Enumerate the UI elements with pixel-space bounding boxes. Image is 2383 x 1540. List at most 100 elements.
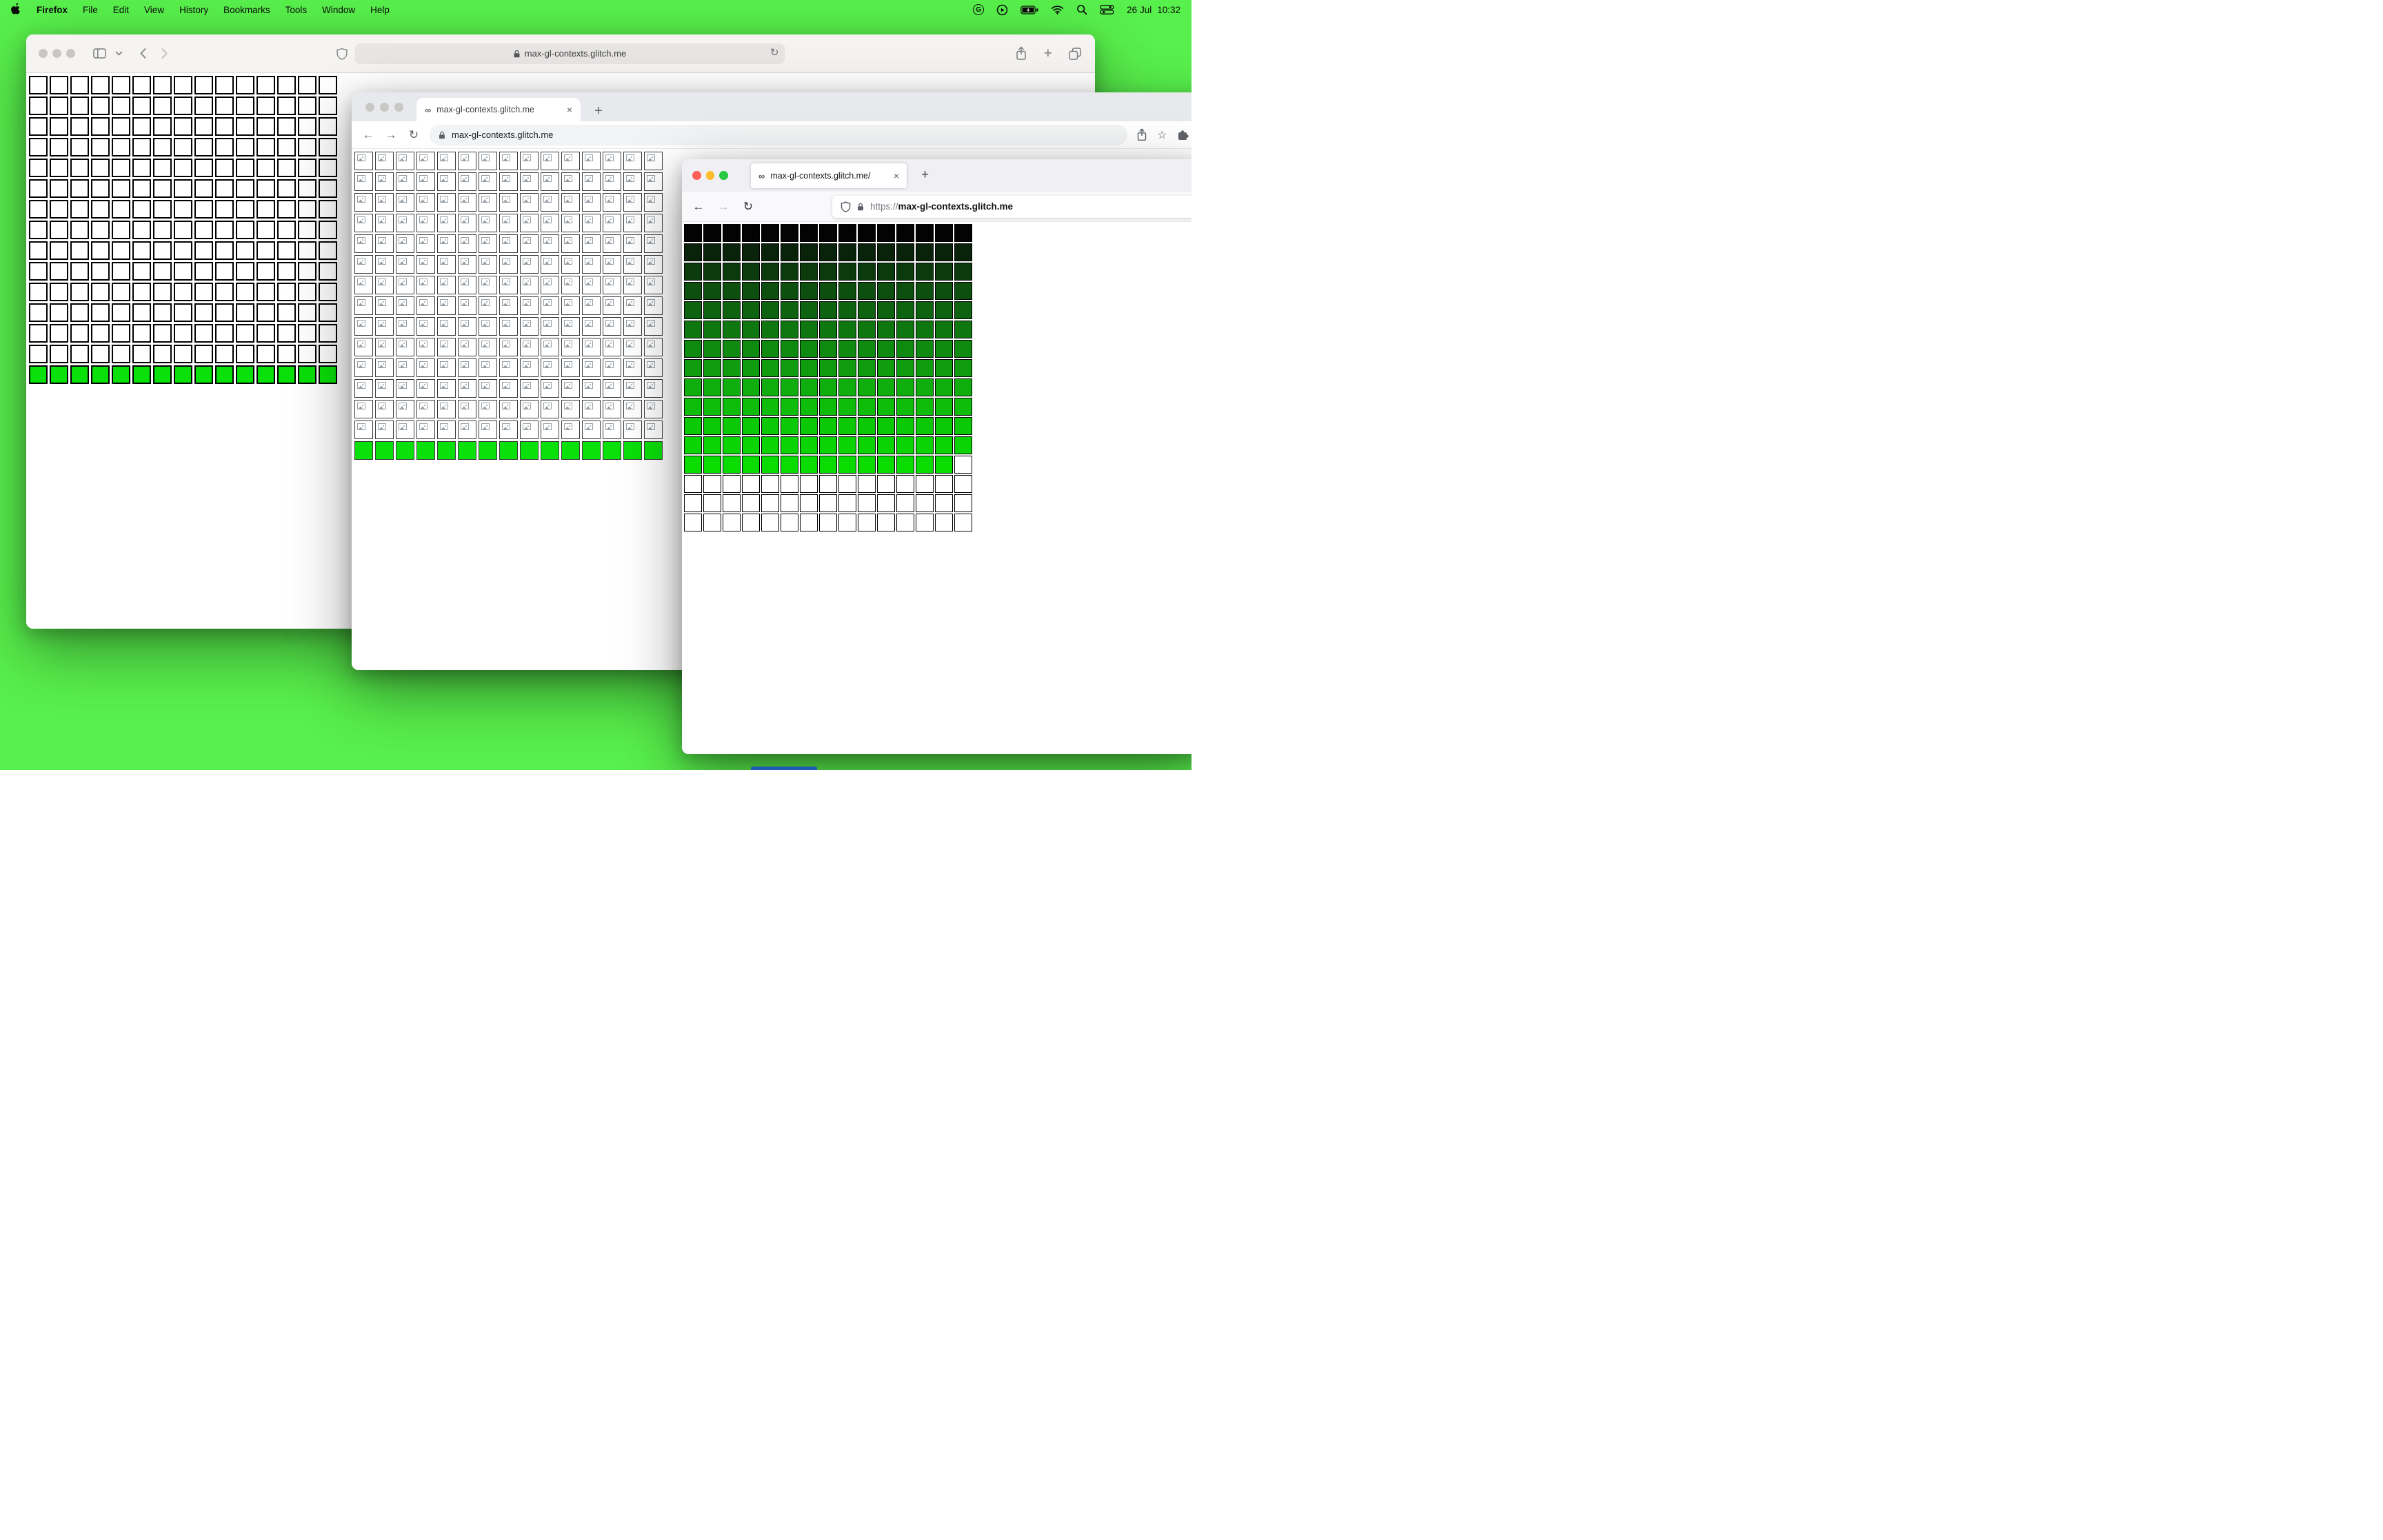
chevron-down-icon[interactable] — [115, 50, 123, 57]
menu-item-tools[interactable]: Tools — [285, 5, 308, 15]
menu-bar-clock[interactable]: 26 Jul 10:32 — [1127, 5, 1180, 15]
back-button-icon[interactable] — [139, 48, 147, 59]
menu-item-bookmarks[interactable]: Bookmarks — [223, 5, 270, 15]
back-button[interactable]: ← — [361, 128, 375, 142]
g-status-icon[interactable]: G — [973, 4, 985, 15]
canvas-cell — [703, 340, 721, 358]
tab-overview-icon[interactable] — [1069, 47, 1081, 60]
canvas-cell — [174, 117, 192, 136]
canvas-cell — [761, 224, 779, 242]
canvas-cell — [194, 200, 213, 219]
canvas-cell — [838, 359, 856, 377]
canvas-cell — [603, 214, 621, 232]
canvas-cell — [603, 441, 621, 460]
now-playing-icon[interactable] — [996, 4, 1008, 16]
canvas-cell — [819, 436, 837, 454]
safari-toolbar[interactable]: max-gl-contexts.glitch.me ↻ + — [26, 34, 1095, 73]
canvas-cell — [132, 97, 151, 115]
broken-image-icon — [523, 196, 531, 203]
close-button[interactable] — [365, 103, 374, 112]
menu-item-history[interactable]: History — [179, 5, 208, 15]
canvas-cell — [479, 172, 497, 191]
forward-button[interactable]: → — [384, 128, 398, 142]
reload-button[interactable]: ↻ — [741, 200, 755, 214]
canvas-cell — [703, 263, 721, 281]
canvas-cell — [858, 494, 876, 512]
bookmark-star-icon[interactable]: ☆ — [1157, 128, 1167, 142]
minimize-button[interactable] — [705, 171, 714, 180]
canvas-cell — [499, 421, 518, 439]
share-icon[interactable] — [1015, 46, 1027, 61]
desktop: Firefox File Edit View History Bookmarks… — [0, 0, 1192, 770]
broken-image-icon — [378, 423, 386, 430]
canvas-cell — [298, 76, 316, 94]
canvas-cell — [561, 441, 580, 460]
chrome-address-bar[interactable]: max-gl-contexts.glitch.me — [430, 124, 1127, 145]
back-button[interactable]: ← — [692, 200, 705, 214]
extensions-puzzle-icon[interactable] — [1176, 129, 1189, 141]
control-center-icon[interactable] — [1100, 5, 1114, 14]
sidebar-toggle-icon[interactable] — [93, 48, 106, 59]
menu-item-window[interactable]: Window — [322, 5, 355, 15]
minimize-button[interactable] — [380, 103, 389, 112]
minimize-button[interactable] — [52, 49, 61, 58]
broken-image-icon — [461, 278, 469, 285]
broken-image-icon — [461, 299, 469, 306]
safari-address-bar[interactable]: max-gl-contexts.glitch.me ↻ — [354, 43, 785, 64]
forward-button[interactable]: → — [716, 200, 730, 214]
canvas-cell — [458, 379, 476, 398]
share-icon[interactable] — [1136, 128, 1147, 141]
canvas-cell — [112, 241, 130, 260]
canvas-cell — [174, 138, 192, 156]
canvas-cell — [70, 200, 89, 219]
broken-image-icon — [585, 299, 593, 306]
broken-image-icon — [357, 361, 365, 368]
forward-button-icon[interactable] — [161, 48, 169, 59]
zoom-button[interactable] — [66, 49, 75, 58]
battery-charging-icon[interactable] — [1020, 5, 1038, 14]
spotlight-search-icon[interactable] — [1076, 4, 1087, 15]
reload-icon[interactable]: ↻ — [770, 46, 779, 59]
canvas-cell — [298, 117, 316, 136]
broken-image-icon — [543, 423, 552, 430]
apple-menu[interactable] — [11, 2, 21, 17]
close-button[interactable] — [692, 171, 701, 180]
canvas-cell — [703, 282, 721, 300]
firefox-address-bar[interactable]: https://max-gl-contexts.glitch.me — [832, 195, 1192, 218]
firefox-tab-bar[interactable]: ∞ max-gl-contexts.glitch.me/ × + — [682, 159, 1192, 192]
canvas-cell — [954, 243, 972, 261]
close-button[interactable] — [39, 49, 48, 58]
zoom-button[interactable] — [719, 171, 728, 180]
menu-item-file[interactable]: File — [83, 5, 98, 15]
chrome-tab-strip[interactable]: ∞ max-gl-contexts.glitch.me × + — [352, 92, 1192, 121]
wifi-icon[interactable] — [1051, 5, 1064, 14]
reload-button[interactable]: ↻ — [407, 128, 421, 142]
new-tab-button[interactable]: + — [594, 104, 603, 118]
broken-image-icon — [585, 216, 593, 223]
canvas-cell — [916, 475, 934, 493]
menu-item-view[interactable]: View — [144, 5, 164, 15]
broken-image-icon — [440, 196, 448, 203]
lock-icon[interactable] — [857, 203, 864, 211]
tab-close-icon[interactable]: × — [567, 104, 572, 115]
canvas-row — [29, 76, 337, 94]
chrome-active-tab[interactable]: ∞ max-gl-contexts.glitch.me × — [416, 98, 581, 121]
menu-item-help[interactable]: Help — [370, 5, 390, 15]
firefox-active-tab[interactable]: ∞ max-gl-contexts.glitch.me/ × — [751, 163, 907, 188]
canvas-cell — [416, 276, 435, 294]
canvas-cell — [236, 303, 254, 322]
tracking-shield-icon[interactable] — [841, 201, 851, 212]
dock-peek[interactable] — [751, 767, 817, 770]
active-app-name[interactable]: Firefox — [37, 5, 68, 15]
canvas-cell — [319, 200, 337, 219]
privacy-shield-icon[interactable] — [336, 47, 348, 60]
broken-image-icon — [626, 175, 634, 182]
menu-item-edit[interactable]: Edit — [113, 5, 129, 15]
new-tab-button[interactable]: + — [921, 168, 929, 181]
broken-image-icon — [523, 278, 531, 285]
canvas-cell — [50, 283, 68, 301]
canvas-cell — [277, 200, 296, 219]
tab-close-icon[interactable]: × — [894, 170, 899, 181]
zoom-button[interactable] — [394, 103, 403, 112]
new-tab-button[interactable]: + — [1044, 46, 1052, 61]
